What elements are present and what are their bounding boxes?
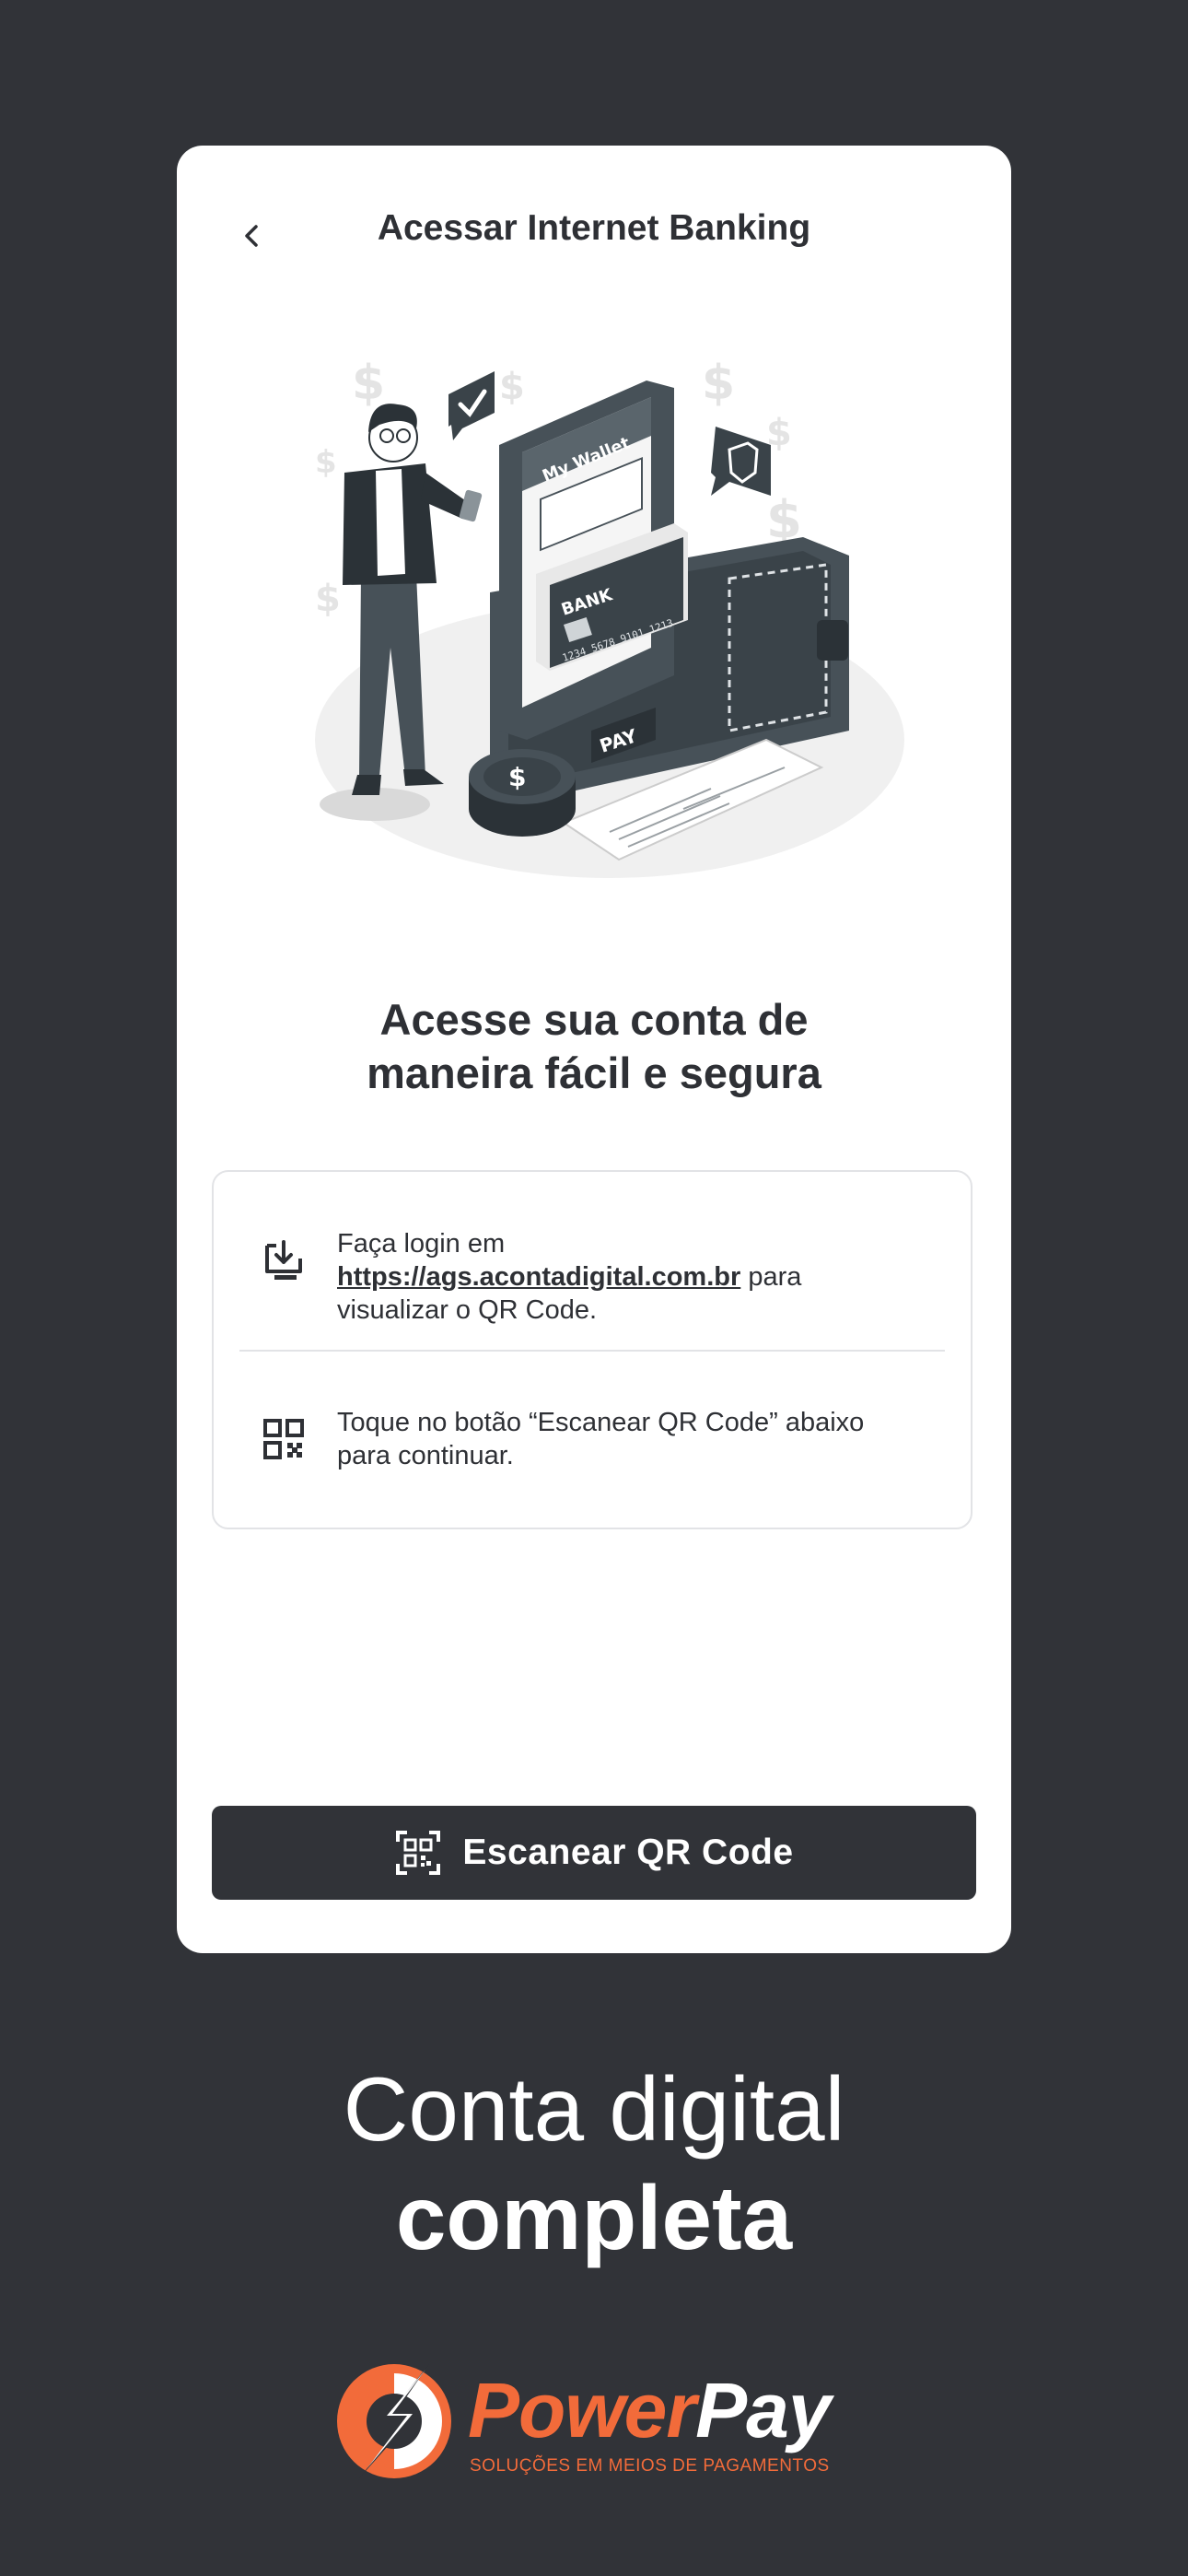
headline-line-1: Acesse sua conta de [379,995,809,1044]
page-title: Acessar Internet Banking [377,208,811,248]
brand-name-power: Power [468,2367,696,2453]
svg-text:$: $ [508,762,526,792]
instruction-row-scan: Toque no botão “Escanear QR Code” abaixo… [214,1351,971,1529]
scan-qr-button-label: Escanear QR Code [462,1832,794,1872]
headline-line-2: maneira fácil e segura [367,1048,821,1097]
svg-text:$: $ [499,366,525,408]
instruction-text-scan: Toque no botão “Escanear QR Code” abaixo… [337,1408,865,1470]
header: Acessar Internet Banking [177,146,1011,321]
powerpay-logo-icon [337,2364,451,2478]
banking-illustration: $ $ $ $ $ $ $ $ My Wallet BANK 1234 5678… [315,356,904,878]
svg-text:$: $ [702,356,735,411]
instruction-prefix: Faça login em [337,1229,506,1259]
tagline-line-2: completa [395,2167,793,2268]
login-card: Acessar Internet Banking $ $ $ $ $ $ $ $… [177,146,1011,1953]
login-url-link[interactable]: https://ags.acontadigital.com.br [337,1262,740,1292]
brand-name: PowerPay [468,2366,832,2454]
tagline-line-1: Conta digital [343,2058,845,2160]
qr-code-icon [263,1419,304,1459]
brand-name-pay: Pay [695,2367,831,2453]
svg-text:$: $ [315,444,337,481]
instruction-text-login: Faça login em https://ags.acontadigital.… [337,1227,915,1327]
scan-qr-button[interactable]: Escanear QR Code [212,1806,976,1900]
instruction-row-login: Faça login em https://ags.acontadigital.… [214,1172,971,1351]
svg-text:$: $ [315,578,341,620]
tagline: Conta digital completa [0,2055,1188,2272]
brand-logo: PowerPay SOLUÇÕES EM MEIOS DE PAGAMENTOS [330,2357,864,2495]
headline: Acesse sua conta de maneira fácil e segu… [232,993,956,1100]
qr-scan-icon [396,1831,441,1875]
svg-text:$: $ [352,356,385,411]
download-screen-icon [265,1240,302,1280]
instructions-box: Faça login em https://ags.acontadigital.… [212,1170,973,1529]
brand-subtitle: SOLUÇÕES EM MEIOS DE PAGAMENTOS [470,2456,830,2476]
